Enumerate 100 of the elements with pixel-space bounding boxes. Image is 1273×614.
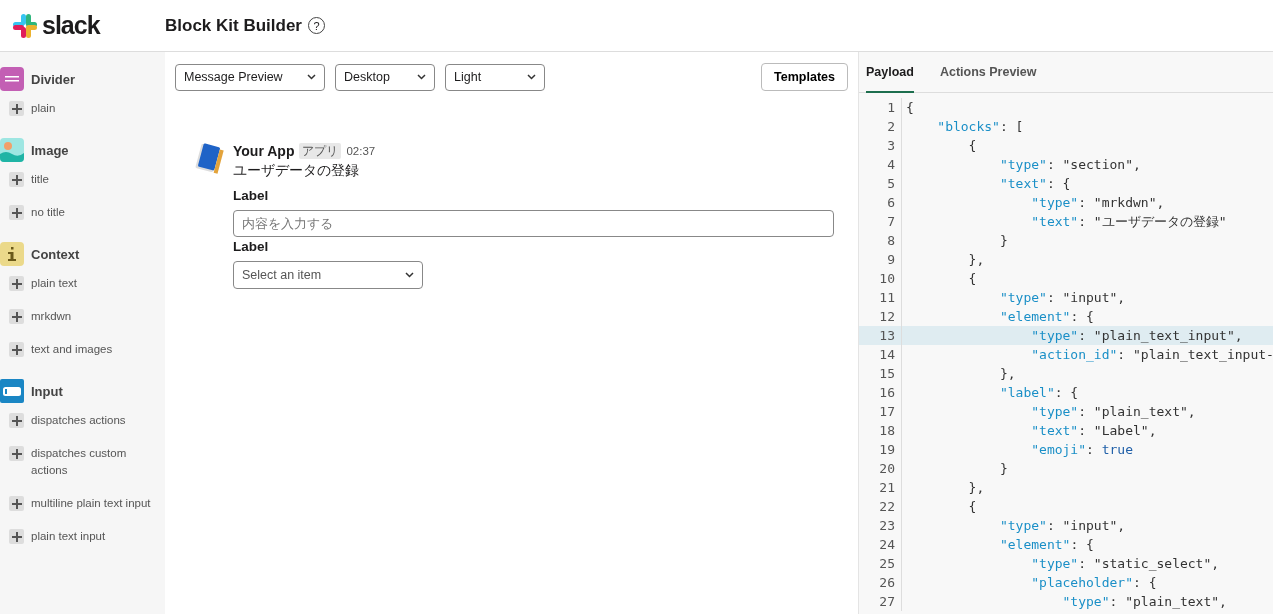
page-title: Block Kit Builder [165, 15, 302, 36]
block-template-item[interactable]: dispatches actions [31, 412, 161, 429]
slack-logo-icon [12, 12, 38, 39]
code-line: { [967, 137, 977, 155]
brand-name[interactable]: slack [42, 11, 100, 40]
plus-icon [11, 174, 22, 185]
code-line: } [998, 232, 1008, 250]
line-number: 15 [859, 364, 902, 383]
line-number: 13 [859, 326, 902, 345]
book-icon [193, 143, 225, 175]
line-number: 27 [859, 592, 902, 611]
block-template-item[interactable]: title [31, 171, 161, 188]
line-number: 10 [859, 269, 902, 288]
code-line: "placeholder": { [1030, 574, 1157, 592]
block-template-item[interactable]: plain text [31, 275, 161, 292]
text-input-field[interactable]: 内容を入力する [233, 210, 834, 237]
code-line: "type": "plain_text", [1061, 593, 1227, 611]
block-template-item[interactable]: plain text input [31, 528, 161, 545]
add-button[interactable] [9, 309, 24, 324]
plus-icon [11, 103, 22, 114]
add-button[interactable] [9, 276, 24, 291]
field-label: Label [233, 239, 270, 254]
add-button[interactable] [9, 101, 24, 116]
block-template-item[interactable]: no title [31, 204, 161, 221]
block-template-item[interactable]: mrkdwn [31, 308, 161, 325]
select-dropdown[interactable]: Select an item [233, 261, 423, 289]
add-button[interactable] [9, 205, 24, 220]
plus-icon [11, 344, 22, 355]
code-line: "blocks": [ [936, 118, 1024, 136]
code-line: "type": "static_select", [1030, 555, 1220, 573]
code-line: } [998, 460, 1008, 478]
section-title: Image [31, 142, 69, 158]
info-icon [0, 242, 24, 266]
line-number: 2 [859, 117, 902, 136]
code-line: "text": { [998, 175, 1071, 193]
section-title: Divider [31, 71, 76, 87]
timestamp: 02:37 [346, 145, 376, 157]
plus-icon [11, 415, 22, 426]
block-template-item[interactable]: dispatches custom actions [31, 445, 161, 479]
line-number: 19 [859, 440, 902, 459]
line-number: 26 [859, 573, 902, 592]
landscape-icon [0, 138, 24, 162]
plus-icon [11, 311, 22, 322]
plus-icon [11, 531, 22, 542]
line-number: 5 [859, 174, 902, 193]
line-number: 6 [859, 193, 902, 212]
code-line: "element": { [998, 536, 1094, 554]
dropdown[interactable]: Message Preview [175, 63, 325, 91]
chevron-down-icon [417, 74, 426, 80]
add-button[interactable] [9, 172, 24, 187]
sender-name[interactable]: Your App [233, 143, 295, 159]
add-button[interactable] [9, 446, 24, 461]
section-title: Input [31, 383, 63, 399]
line-number: 11 [859, 288, 902, 307]
code-line: { [967, 270, 977, 288]
line-number: 25 [859, 554, 902, 573]
line-number: 9 [859, 250, 902, 269]
templates-button[interactable]: Templates [761, 63, 848, 91]
block-template-item[interactable]: plain [31, 100, 161, 117]
plus-icon [11, 498, 22, 509]
line-number: 16 [859, 383, 902, 402]
add-button[interactable] [9, 529, 24, 544]
code-line: { [967, 498, 977, 516]
dropdown[interactable]: Light [445, 63, 545, 91]
code-line: "emoji": true [1030, 441, 1133, 459]
block-template-item[interactable]: text and images [31, 341, 161, 358]
plus-icon [11, 278, 22, 289]
line-number: 14 [859, 345, 902, 364]
chevron-down-icon [527, 74, 536, 80]
panel-tab[interactable]: Actions Preview [939, 52, 1037, 93]
add-button[interactable] [9, 496, 24, 511]
line-number: 24 [859, 535, 902, 554]
code-line: "type": "input", [998, 517, 1126, 535]
code-line: "action_id": "plain_text_input- [1030, 346, 1273, 364]
code-line: { [905, 99, 914, 117]
plus-icon [11, 207, 22, 218]
panel-tab[interactable]: Payload [866, 52, 914, 93]
add-button[interactable] [9, 342, 24, 357]
line-number: 7 [859, 212, 902, 231]
line-number: 8 [859, 231, 902, 250]
message-text: ユーザデータの登録 [233, 162, 360, 180]
code-line: "label": { [998, 384, 1079, 402]
block-template-item[interactable]: multiline plain text input [31, 495, 161, 512]
code-line: "type": "mrkdwn", [1030, 194, 1165, 212]
line-number: 21 [859, 478, 902, 497]
code-line: "type": "section", [998, 156, 1141, 174]
plus-icon [11, 448, 22, 459]
line-number: 1 [859, 98, 902, 117]
code-line: "type": "plain_text_input", [1030, 327, 1243, 345]
dropdown[interactable]: Desktop [335, 63, 435, 91]
code-line: "text": "Label", [1030, 422, 1157, 440]
chevron-down-icon [405, 272, 414, 278]
line-number: 17 [859, 402, 902, 421]
app-tag: アプリ [299, 143, 342, 159]
code-line: "type": "plain_text", [1030, 403, 1196, 421]
line-number: 23 [859, 516, 902, 535]
code-line: }, [967, 479, 985, 497]
add-button[interactable] [9, 413, 24, 428]
line-number: 4 [859, 155, 902, 174]
code-line: "element": { [998, 308, 1094, 326]
